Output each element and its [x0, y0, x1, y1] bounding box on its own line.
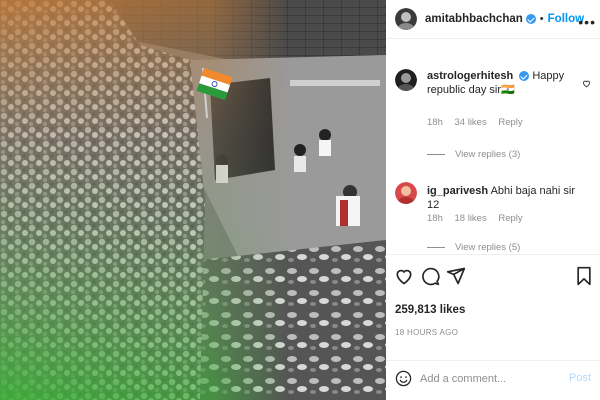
- heart-icon[interactable]: [394, 266, 414, 286]
- actions-divider: [386, 254, 600, 255]
- comment-text: astrologerhitesh Happy republic day sir🇮…: [427, 69, 577, 97]
- comment-meta: 18h 18 likes Reply: [427, 213, 532, 224]
- bookmark-icon[interactable]: [574, 266, 594, 286]
- comment-like-icon[interactable]: [582, 79, 591, 88]
- post-photo: [0, 0, 386, 400]
- comment-likes[interactable]: 34 likes: [455, 117, 487, 128]
- comments-list[interactable]: astrologerhitesh Happy republic day sir🇮…: [386, 39, 600, 254]
- more-options-icon[interactable]: •••: [578, 14, 596, 30]
- comment-likes[interactable]: 18 likes: [455, 213, 487, 224]
- author-username[interactable]: amitabhbachchan: [425, 13, 523, 25]
- author-avatar[interactable]: [395, 8, 417, 30]
- view-replies-button[interactable]: View replies (3): [427, 149, 520, 160]
- emoji-icon[interactable]: [395, 370, 412, 387]
- add-comment-input[interactable]: [420, 371, 560, 387]
- comment-time: 18h: [427, 213, 443, 224]
- likes-count[interactable]: 259,813 likes: [395, 304, 465, 316]
- replies-line: [427, 154, 445, 155]
- view-replies-label: View replies (3): [455, 149, 521, 160]
- add-comment-bar: Post: [386, 362, 600, 398]
- verified-badge-icon: [525, 14, 536, 24]
- view-replies-label: View replies (5): [455, 242, 521, 253]
- comment-reply-button[interactable]: Reply: [498, 213, 522, 224]
- comment-time: 18h: [427, 117, 443, 128]
- comment-meta: 18h 34 likes Reply: [427, 117, 532, 128]
- comment-box-divider: [386, 360, 600, 361]
- commenter-avatar[interactable]: [395, 182, 417, 204]
- view-replies-button[interactable]: View replies (5): [427, 242, 520, 253]
- verified-badge-icon: [519, 71, 530, 82]
- post-image[interactable]: [0, 0, 386, 400]
- commenter-username[interactable]: astrologerhitesh: [427, 70, 513, 82]
- commenter-username[interactable]: ig_parivesh: [427, 185, 488, 197]
- post-details-panel: amitabhbachchan • Follow ••• astrologerh…: [386, 0, 600, 400]
- share-icon[interactable]: [446, 266, 466, 286]
- comment-icon[interactable]: [420, 266, 440, 286]
- action-bar: [386, 262, 600, 292]
- replies-line: [427, 247, 445, 248]
- comment-text: ig_parivesh Abhi baja nahi sir 12: [427, 184, 577, 212]
- post-timestamp[interactable]: 18 HOURS AGO: [395, 328, 458, 337]
- header-separator: •: [539, 13, 544, 25]
- comment-reply-button[interactable]: Reply: [498, 117, 522, 128]
- post-header: amitabhbachchan • Follow •••: [386, 0, 600, 38]
- post-comment-button[interactable]: Post: [569, 372, 591, 384]
- commenter-avatar[interactable]: [395, 69, 417, 91]
